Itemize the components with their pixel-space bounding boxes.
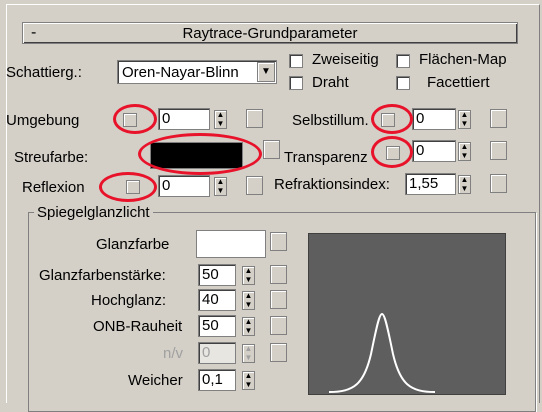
transparency-input[interactable]: 0 (412, 140, 456, 162)
specular-color-label: Glanzfarbe (96, 236, 170, 253)
ambient-map-button[interactable] (246, 109, 263, 128)
rollout-title: Raytrace-Grundparameter (182, 25, 358, 42)
ambient-input[interactable]: 0 (158, 108, 210, 130)
spinner-up-down-icon[interactable]: ▲ ▼ (458, 175, 471, 194)
spinner-up-down-icon[interactable]: ▲ ▼ (242, 371, 255, 390)
shading-dropdown[interactable]: Oren-Nayar-Blinn ▼ (117, 60, 277, 84)
glossiness-map-button[interactable] (270, 290, 287, 309)
onb-roughness-label: ONB-Rauheit (93, 318, 183, 335)
highlight-curve (328, 312, 436, 393)
highlight-ring (371, 104, 413, 134)
rollout-title-bar[interactable]: - Raytrace-Grundparameter (22, 22, 518, 44)
ior-map-button[interactable] (490, 174, 507, 193)
ambient-label: Umgebung (6, 112, 80, 129)
transparency-map-button[interactable] (490, 141, 507, 160)
faceted-checkbox[interactable] (396, 76, 410, 90)
face-map-label: Flächen-Map (419, 51, 507, 68)
self-illum-label: Selbstillum. (292, 112, 369, 129)
spinner-up-down-icon[interactable]: ▲ ▼ (242, 317, 255, 336)
highlight-ring (138, 133, 262, 175)
diffuse-label: Streufarbe: (14, 149, 89, 166)
self-illum-input[interactable]: 0 (412, 108, 456, 130)
spinner-up-down-icon[interactable]: ▲ ▼ (214, 177, 227, 196)
nv-map-button (270, 343, 287, 362)
specular-group-label: Spiegelglanzlicht (34, 204, 153, 221)
highlight-ring (113, 104, 157, 134)
diffuse-map-button[interactable] (263, 140, 280, 159)
reflection-input[interactable]: 0 (158, 175, 210, 197)
self-illum-map-button[interactable] (490, 109, 507, 128)
chevron-down-icon[interactable]: ▼ (257, 62, 275, 82)
nv-label: n/v (163, 345, 184, 362)
wire-checkbox[interactable] (289, 76, 303, 90)
face-map-checkbox[interactable] (396, 54, 410, 68)
specular-level-input[interactable]: 50 (198, 264, 236, 286)
highlight-ring (371, 136, 413, 168)
highlight-ring (99, 172, 157, 202)
two-sided-label: Zweiseitig (312, 51, 379, 68)
shading-value: Oren-Nayar-Blinn (122, 64, 239, 81)
spinner-up-down-icon[interactable]: ▲ ▼ (458, 110, 471, 129)
spinner-up-down-icon: ▲ ▼ (242, 344, 255, 363)
soften-input[interactable]: 0,1 (198, 369, 236, 391)
highlight-curve-graphic (328, 312, 436, 393)
specular-level-label: Glanzfarbenstärke: (39, 267, 166, 284)
glossiness-label: Hochglanz: (91, 292, 167, 309)
nv-input: 0 (198, 342, 236, 364)
specular-map-button[interactable] (270, 232, 287, 251)
onb-roughness-input[interactable]: 50 (198, 315, 236, 337)
spinner-up-down-icon[interactable]: ▲ ▼ (214, 110, 227, 129)
onb-roughness-map-button[interactable] (270, 316, 287, 335)
reflection-map-button[interactable] (246, 176, 263, 195)
shading-label: Schattierg.: (6, 64, 82, 81)
ior-label: Refraktionsindex: (274, 176, 390, 193)
specular-highlight-graph (308, 233, 506, 395)
faceted-label: Facettiert (427, 74, 490, 91)
specular-color-swatch[interactable] (196, 230, 266, 258)
glossiness-input[interactable]: 40 (198, 289, 236, 311)
ior-input[interactable]: 1,55 (405, 173, 456, 195)
spinner-up-down-icon[interactable]: ▲ ▼ (242, 291, 255, 310)
wire-label: Draht (312, 74, 349, 91)
two-sided-checkbox[interactable] (289, 54, 303, 68)
soften-label: Weicher (128, 372, 183, 389)
transparency-label: Transparenz (284, 149, 368, 166)
spinner-up-down-icon[interactable]: ▲ ▼ (458, 142, 471, 161)
reflection-label: Reflexion (22, 179, 85, 196)
specular-level-map-button[interactable] (270, 265, 287, 284)
spinner-up-down-icon[interactable]: ▲ ▼ (242, 266, 255, 285)
